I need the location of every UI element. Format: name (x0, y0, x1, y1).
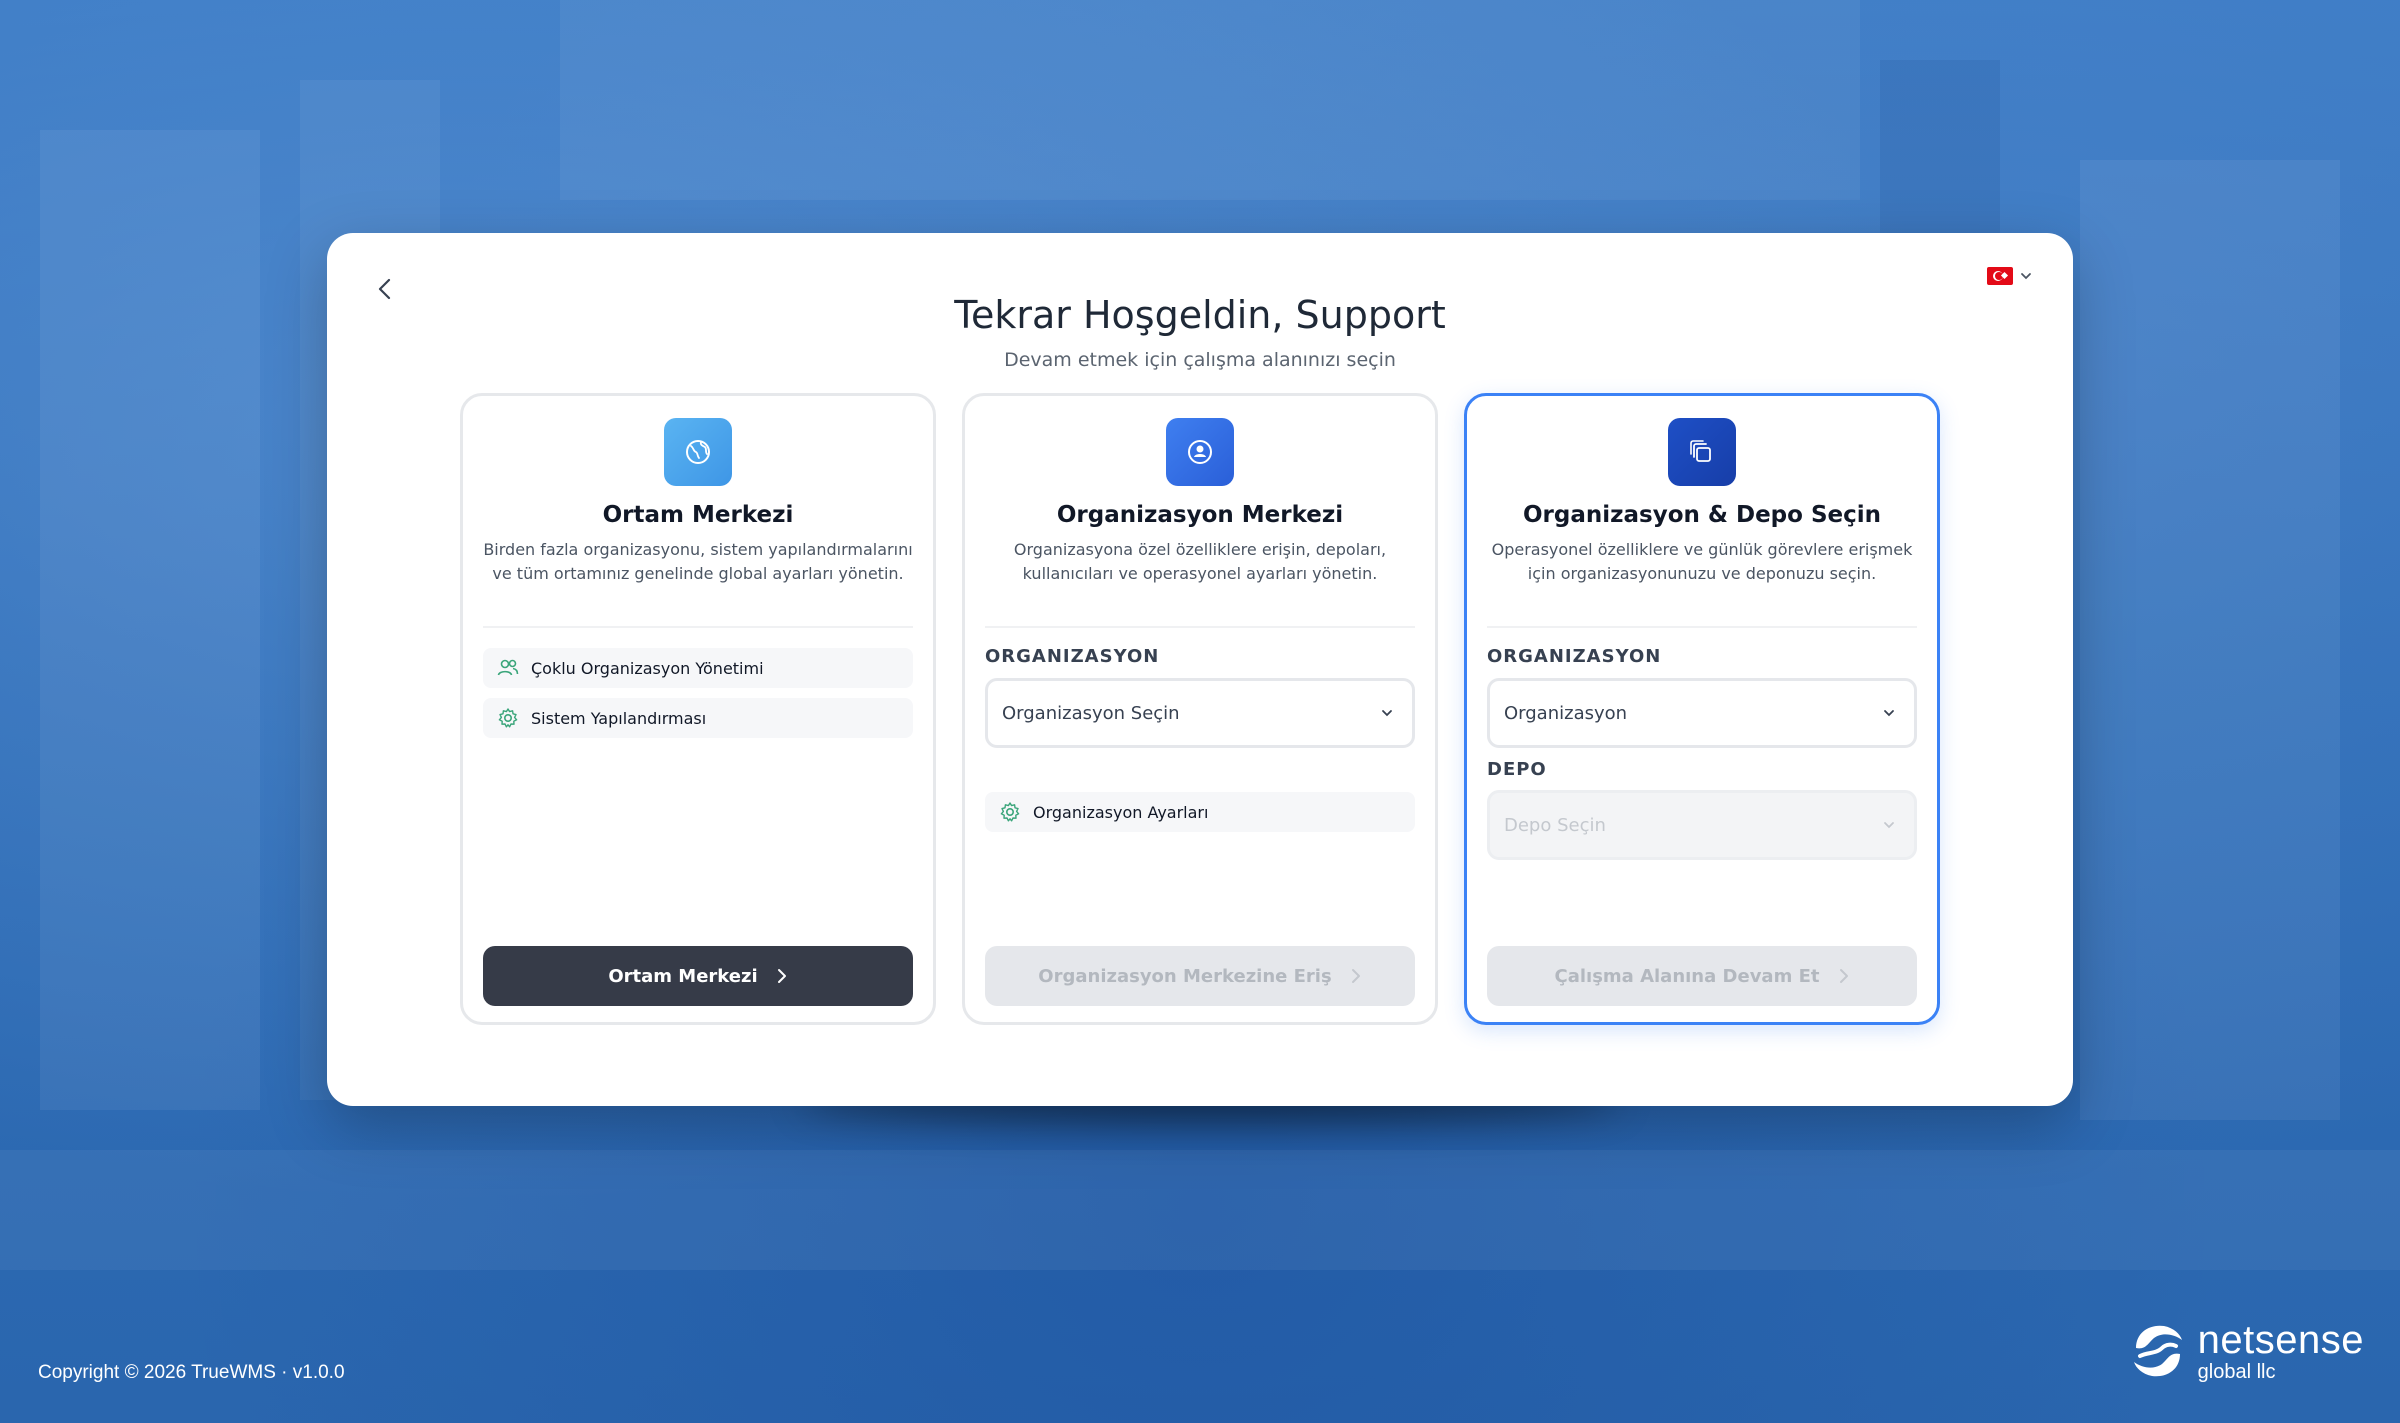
user-circle-icon (1166, 418, 1234, 486)
divider (483, 626, 913, 628)
card-description-line: ve tüm ortamınız genelinde global ayarla… (492, 564, 904, 583)
card-title: Organizasyon & Depo Seçin (1523, 502, 1881, 528)
depot-select[interactable]: Depo Seçin (1487, 790, 1917, 860)
select-placeholder: Depo Seçin (1504, 814, 1606, 836)
organization-select[interactable]: Organizasyon Seçin (985, 678, 1415, 748)
language-selector[interactable] (1987, 267, 2033, 285)
chevron-down-icon (1382, 710, 1392, 717)
card-title: Organizasyon Merkezi (1056, 502, 1344, 528)
feature-label: Çoklu Organizasyon Yönetimi (531, 658, 764, 678)
card-description: Operasyonel özelliklere ve günlük görevl… (1487, 538, 1917, 586)
turkish-flag-icon (1987, 267, 2013, 285)
card-description-line: kullanıcıları ve operasyonel ayarları yö… (1022, 564, 1378, 583)
card-description-line: Operasyonel özelliklere ve günlük görevl… (1491, 540, 1913, 559)
chevron-right-icon (777, 969, 786, 983)
environment-center-card[interactable]: Ortam Merkezi Birden fazla organizasyonu… (460, 393, 936, 1025)
company-logo: netsense global llc (2126, 1318, 2364, 1384)
workspace-selection-modal: Tekrar Hoşgeldin, Support Devam etmek iç… (327, 233, 2073, 1106)
logo-subtitle: global llc (2197, 1361, 2276, 1383)
users-icon (497, 657, 519, 679)
divider (1487, 626, 1917, 628)
organization-select[interactable]: Organizasyon (1487, 678, 1917, 748)
organization-center-card[interactable]: Organizasyon Merkezi Organizasyona özel … (962, 393, 1438, 1025)
select-placeholder: Organizasyon Seçin (1002, 702, 1180, 724)
feature-label: Organizasyon Ayarları (1033, 802, 1209, 822)
feature-system-configuration: Sistem Yapılandırması (483, 698, 913, 738)
chevron-down-icon (1884, 710, 1894, 717)
button-label: Çalışma Alanına Devam Et (1554, 965, 1820, 987)
gear-icon (999, 801, 1021, 823)
workspace-select-card[interactable]: Organizasyon & Depo Seçin Operasyonel öz… (1464, 393, 1940, 1025)
copyright-text: Copyright © 2026 TrueWMS · v1.0.0 (38, 1362, 345, 1383)
layers-icon (1668, 418, 1736, 486)
environment-center-button[interactable]: Ortam Merkezi (483, 946, 913, 1006)
button-label: Organizasyon Merkezine Eriş (1038, 965, 1332, 987)
depot-field-label: DEPO (1487, 759, 1547, 780)
select-value: Organizasyon (1504, 702, 1628, 724)
organization-field-label: ORGANIZASYON (1487, 646, 1662, 667)
logo-wordmark: netsense (2197, 1318, 2364, 1362)
chevron-down-icon (1884, 822, 1894, 829)
divider (985, 626, 1415, 628)
chevron-right-icon (1351, 969, 1360, 983)
page-subtitle: Devam etmek için çalışma alanınızı seçin (1004, 349, 1396, 371)
feature-multi-organization: Çoklu Organizasyon Yönetimi (483, 648, 913, 688)
netsense-logo-icon (2133, 1325, 2182, 1377)
card-description: Organizasyona özel özelliklere erişin, d… (985, 538, 1415, 586)
organization-field-label: ORGANIZASYON (985, 646, 1160, 667)
chevron-right-icon (1839, 969, 1848, 983)
button-label: Ortam Merkezi (608, 965, 758, 987)
continue-workspace-button[interactable]: Çalışma Alanına Devam Et (1487, 946, 1917, 1006)
card-description-line: Birden fazla organizasyonu, sistem yapıl… (483, 540, 913, 559)
chevron-down-icon (2021, 273, 2031, 280)
card-description: Birden fazla organizasyonu, sistem yapıl… (483, 538, 913, 586)
feature-label: Sistem Yapılandırması (531, 708, 707, 728)
organization-center-button[interactable]: Organizasyon Merkezine Eriş (985, 946, 1415, 1006)
globe-icon (664, 418, 732, 486)
feature-organization-settings: Organizasyon Ayarları (985, 792, 1415, 832)
card-description-line: Organizasyona özel özelliklere erişin, d… (1013, 540, 1387, 559)
card-description-line: için organizasyonunuzu ve deponuzu seçin… (1527, 564, 1877, 583)
page-title: Tekrar Hoşgeldin, Support (954, 293, 1446, 337)
gear-icon (497, 707, 519, 729)
card-title: Ortam Merkezi (602, 502, 794, 528)
